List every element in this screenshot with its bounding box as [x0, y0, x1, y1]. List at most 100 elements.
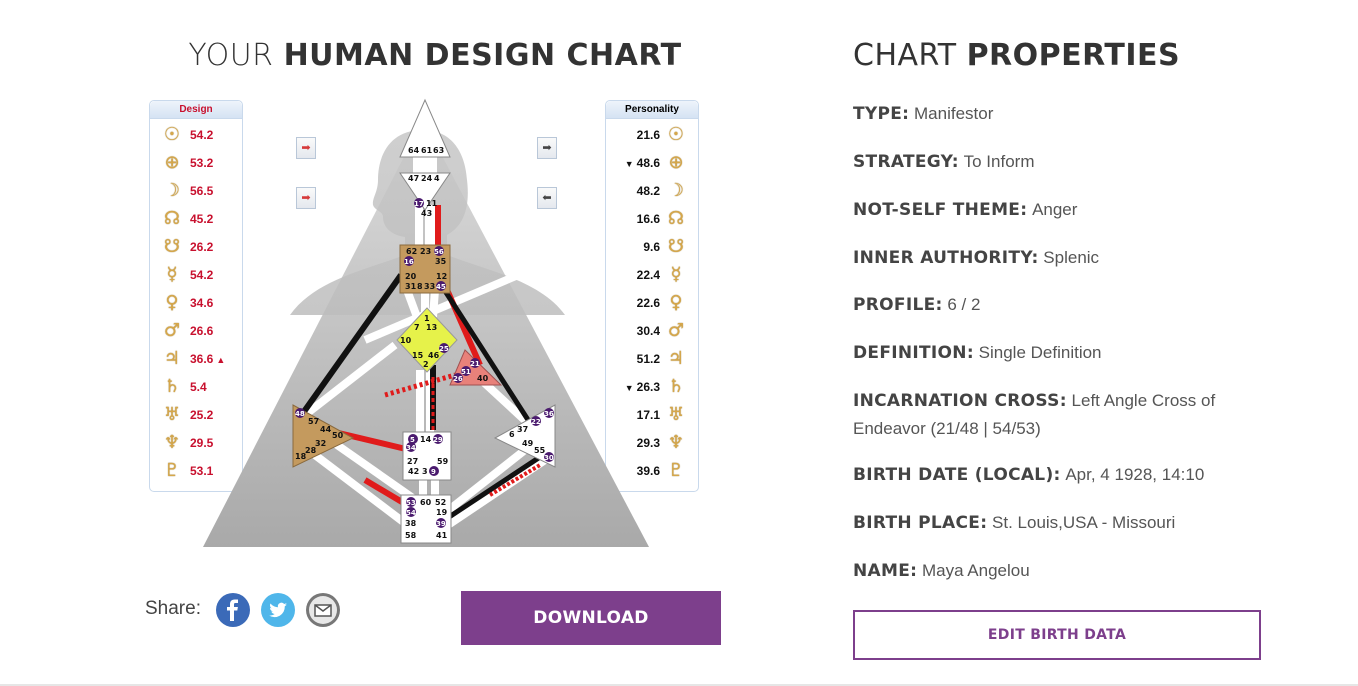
mars-icon: ♂	[667, 320, 685, 341]
gate-label: 63	[433, 146, 444, 155]
facebook-icon[interactable]	[216, 593, 250, 627]
gate-label: 54	[406, 509, 416, 517]
property-row: INCARNATION CROSS: Left Angle Cross of E…	[853, 387, 1253, 442]
property-value: St. Louis,USA - Missouri	[992, 513, 1176, 532]
property-key: INNER AUTHORITY:	[853, 248, 1039, 268]
property-value: Splenic	[1043, 248, 1100, 267]
property-key: BIRTH PLACE:	[853, 513, 988, 533]
south-node-icon: ☋	[668, 236, 684, 257]
gate-label: 39	[436, 520, 446, 528]
gate-label: 11	[426, 199, 438, 208]
gate-label: 56	[434, 248, 444, 256]
gate-label: 46	[428, 351, 440, 360]
twitter-icon[interactable]	[261, 593, 295, 627]
gate-label: 41	[436, 531, 448, 540]
gate-label: 18	[295, 452, 307, 461]
gate-label: 43	[421, 209, 432, 218]
property-key: STRATEGY:	[853, 152, 959, 172]
mercury-icon: ☿	[166, 264, 178, 285]
gate-label: 49	[522, 439, 534, 448]
property-key: NOT-SELF THEME:	[853, 200, 1028, 220]
property-row: PROFILE: 6 / 2	[853, 291, 1253, 319]
chart-title: YOUR HUMAN DESIGN CHART	[150, 38, 720, 73]
property-key: INCARNATION CROSS:	[853, 391, 1067, 411]
gate-label: 26	[453, 375, 463, 383]
gate-label: 15	[412, 351, 424, 360]
edit-birth-data-button[interactable]: EDIT BIRTH DATA	[853, 610, 1261, 660]
gate-label: 61	[421, 146, 433, 155]
property-row: BIRTH DATE (LOCAL): Apr, 4 1928, 14:10	[853, 461, 1253, 489]
jupiter-icon: ♃	[163, 348, 181, 369]
gate-label: 12	[436, 272, 447, 281]
gate-label: 9	[431, 468, 436, 476]
gate-label: 34	[406, 444, 416, 452]
neptune-icon: ♆	[163, 432, 181, 453]
gate-label: 48	[295, 410, 305, 418]
gate-label: 30	[544, 454, 554, 462]
venus-icon: ♀	[669, 292, 683, 313]
property-row: DEFINITION: Single Definition	[853, 339, 1253, 367]
gate-label: 40	[477, 374, 489, 383]
gate-label: 7	[414, 323, 420, 332]
gate-label: 60	[420, 498, 432, 507]
gate-label: 16	[404, 258, 414, 266]
gate-label: 36	[544, 410, 554, 418]
property-value: Anger	[1032, 200, 1078, 219]
gate-label: 10	[400, 336, 412, 345]
north-node-icon: ☊	[164, 208, 180, 229]
gate-label: 47	[408, 174, 419, 183]
mercury-icon: ☿	[670, 264, 682, 285]
pluto-icon: ♇	[667, 460, 685, 481]
south-node-icon: ☋	[164, 236, 180, 257]
saturn-icon: ♄	[667, 376, 685, 397]
property-value: Single Definition	[978, 343, 1102, 362]
gate-label: 50	[332, 431, 344, 440]
property-value: Maya Angelou	[921, 561, 1030, 580]
property-key: DEFINITION:	[853, 343, 974, 363]
gate-label: 23	[420, 247, 431, 256]
properties-title: CHART PROPERTIES	[853, 38, 1180, 73]
download-button[interactable]: DOWNLOAD	[461, 591, 721, 645]
gate-label: 17	[414, 200, 424, 208]
gate-label: 52	[435, 498, 446, 507]
property-key: BIRTH DATE (LOCAL):	[853, 465, 1061, 485]
gate-label: 28	[305, 446, 317, 455]
gate-label: 4	[434, 174, 440, 183]
gate-label: 19	[436, 508, 448, 517]
north-node-icon: ☊	[668, 208, 684, 229]
property-row: TYPE: Manifestor	[853, 100, 1253, 128]
properties-title-bold: PROPERTIES	[966, 38, 1181, 73]
property-row: NOT-SELF THEME: Anger	[853, 196, 1253, 224]
property-value: Manifestor	[914, 104, 994, 123]
gate-label: 42	[408, 467, 419, 476]
saturn-icon: ♄	[163, 376, 181, 397]
moon-icon: ☽	[667, 180, 685, 201]
gate-label: 59	[437, 457, 449, 466]
property-row: STRATEGY: To Inform	[853, 148, 1253, 176]
gate-label: 27	[407, 457, 418, 466]
pluto-icon: ♇	[163, 460, 181, 481]
uranus-icon: ♅	[667, 404, 685, 425]
gate-label: 25	[439, 345, 449, 353]
chart-title-light: YOUR	[188, 38, 274, 73]
gate-label: 14	[420, 435, 432, 444]
property-value: Apr, 4 1928, 14:10	[1065, 465, 1205, 484]
gate-label: 21	[470, 360, 480, 368]
gate-label: 38	[405, 519, 417, 528]
gate-label: 64	[408, 146, 420, 155]
gate-label: 6	[509, 430, 515, 439]
neptune-icon: ♆	[667, 432, 685, 453]
gate-label: 58	[405, 531, 417, 540]
bodygraph-chart: 64 61 63 47 24 4 17 11 43 62 23 56 16 35…	[203, 98, 649, 547]
email-icon[interactable]	[306, 593, 340, 627]
gate-label: 37	[517, 425, 528, 434]
gate-label: 22	[531, 418, 541, 426]
property-key: PROFILE:	[853, 295, 943, 315]
moon-icon: ☽	[163, 180, 181, 201]
gate-label: 32	[315, 439, 326, 448]
property-key: NAME:	[853, 561, 918, 581]
gate-label: 1	[424, 314, 430, 323]
jupiter-icon: ♃	[667, 348, 685, 369]
earth-icon: ⊕	[164, 152, 180, 173]
property-row: BIRTH PLACE: St. Louis,USA - Missouri	[853, 509, 1253, 537]
